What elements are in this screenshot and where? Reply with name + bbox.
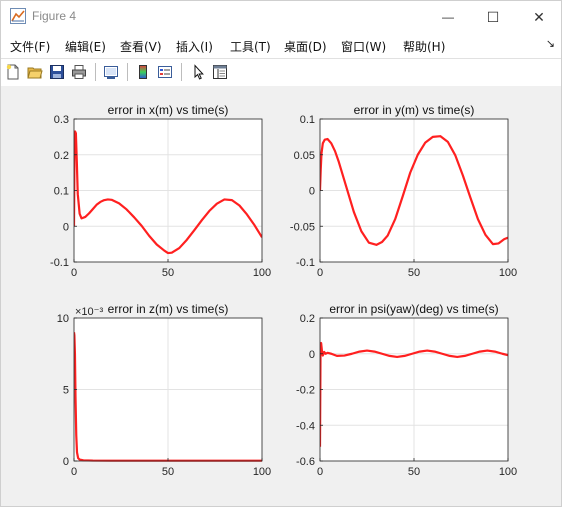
y-tick-label: 0.1 — [300, 114, 315, 126]
edit-plot-pointer-icon — [194, 64, 204, 80]
toolbar-separator — [181, 63, 182, 81]
insert-legend-button[interactable] — [156, 63, 174, 81]
subplot-title: error in x(m) vs time(s) — [108, 103, 229, 117]
figure-window: Figure 4 — ☐ ✕ 文件(F) 编辑(E) 查看(V) 插入(I) 工… — [0, 0, 562, 507]
subplot-grid: 0 50 100-0.100.10.20.3error in x(m) vs tim… — [50, 103, 517, 478]
print-button[interactable] — [70, 63, 88, 81]
figure-toolbar — [1, 58, 561, 87]
y-tick-label: 0.05 — [294, 150, 315, 162]
y-tick-label: -0.4 — [296, 420, 315, 432]
y-tick-label: 0 — [309, 349, 315, 361]
y-tick-label: 0.1 — [54, 186, 69, 198]
y-tick-label: 0.3 — [54, 114, 69, 126]
maximize-button[interactable]: ☐ — [470, 1, 516, 33]
new-figure-icon — [6, 64, 19, 80]
x-tick-label: 0 — [71, 466, 77, 478]
save-icon — [50, 65, 64, 79]
subplot-z-error[interactable]: 0 50 100 0 5 10 ×10⁻³ error in z(m) vs time(s) — [57, 302, 271, 478]
y-tick-label: -0.1 — [296, 257, 315, 269]
link-plot-icon — [104, 66, 118, 79]
y-tick-label: 0.2 — [300, 313, 315, 325]
x-tick-label: 0 — [317, 466, 323, 478]
x-tick-label: 100 — [253, 267, 271, 279]
insert-colorbar-icon — [139, 65, 147, 79]
toolbar-separator — [127, 63, 128, 81]
property-inspector-icon — [213, 65, 227, 79]
subplot-x-error[interactable]: 0 50 100-0.100.10.20.3error in x(m) vs tim… — [50, 103, 271, 279]
matlab-figure-icon — [10, 8, 26, 24]
subplot-y-error[interactable]: 0 50 100 -0.1 -0.05 0 0.05 0.1 error in y(m) vs … — [290, 103, 517, 279]
minimize-icon: — — [442, 10, 454, 24]
open-file-icon — [27, 67, 43, 79]
window-title: Figure 4 — [32, 9, 77, 23]
new-figure-button[interactable] — [4, 63, 22, 81]
x-tick-label: 0 — [317, 267, 323, 279]
y-tick-label: 5 — [63, 385, 69, 397]
insert-legend-icon — [158, 66, 172, 78]
subplot-title: error in y(m) vs time(s) — [354, 103, 475, 117]
y-tick-label: -0.1 — [50, 257, 69, 269]
x-tick-label: 50 — [408, 466, 420, 478]
x-tick-label: 100 — [499, 267, 517, 279]
menu-view[interactable]: 查看(V) — [120, 38, 162, 55]
x-tick-label: 100 — [499, 466, 517, 478]
subplot-title: error in z(m) vs time(s) — [108, 302, 229, 316]
y-tick-label: 10 — [57, 313, 69, 325]
menu-edit[interactable]: 编辑(E) — [65, 38, 106, 55]
menu-insert[interactable]: 插入(I) — [176, 38, 213, 55]
save-button[interactable] — [48, 63, 66, 81]
figure-canvas: 0 50 100 -0.1 0 0.1 0.2 0.3 error in x(m) vs tim… — [1, 86, 561, 506]
x-tick-label: 50 — [408, 267, 420, 279]
y-tick-label: -0.05 — [290, 221, 315, 233]
minimize-button[interactable]: — — [425, 1, 471, 33]
y-exponent-label: ×10⁻³ — [75, 306, 103, 318]
y-tick-label: -0.2 — [296, 385, 315, 397]
y-tick-label: 0 — [63, 221, 69, 233]
y-tick-label: 0 — [63, 456, 69, 468]
close-icon: ✕ — [533, 8, 545, 25]
x-tick-label: 50 — [162, 267, 174, 279]
menu-file[interactable]: 文件(F) — [10, 38, 50, 55]
property-inspector-button[interactable] — [211, 63, 229, 81]
open-file-button[interactable] — [26, 63, 44, 81]
title-bar[interactable]: Figure 4 — ☐ ✕ — [1, 1, 561, 33]
y-tick-label: 0.2 — [54, 150, 69, 162]
menu-tools[interactable]: 工具(T) — [230, 38, 271, 55]
close-button[interactable]: ✕ — [516, 1, 562, 33]
toolbar-separator — [95, 63, 96, 81]
maximize-icon: ☐ — [486, 8, 500, 25]
y-tick-label: 0 — [309, 186, 315, 198]
subplot-psi-error[interactable]: 0 50 100 -0.6 -0.4 -0.2 0 0.2 error in psi(yaw)(… — [296, 302, 517, 478]
menu-help[interactable]: 帮助(H) — [403, 38, 445, 55]
subplot-title: error in psi(yaw)(deg) vs time(s) — [329, 302, 498, 316]
x-tick-label: 50 — [162, 466, 174, 478]
x-tick-label: 0 — [71, 267, 77, 279]
menu-bar: 文件(F) 编辑(E) 查看(V) 插入(I) 工具(T) 桌面(D) 窗口(W… — [1, 34, 561, 56]
menu-window[interactable]: 窗口(W) — [341, 38, 386, 55]
insert-colorbar-button[interactable] — [134, 63, 152, 81]
menu-dock-arrow-icon[interactable]: ↘ — [546, 37, 555, 50]
print-icon — [72, 65, 86, 79]
edit-plot-button[interactable] — [189, 63, 207, 81]
x-tick-label: 100 — [253, 466, 271, 478]
y-tick-label: -0.6 — [296, 456, 315, 468]
link-plot-button[interactable] — [102, 63, 120, 81]
menu-desktop[interactable]: 桌面(D) — [284, 38, 327, 55]
